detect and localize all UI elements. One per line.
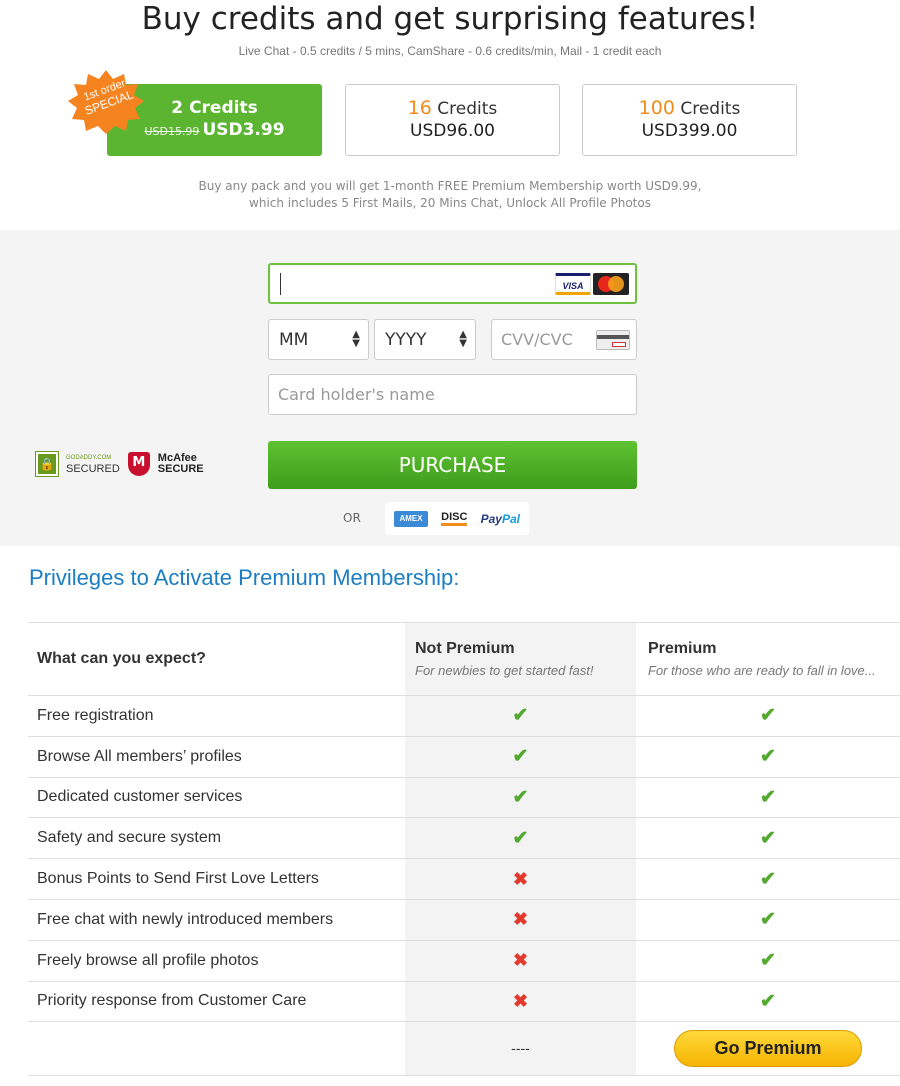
feature-label: Dedicated customer services — [28, 776, 405, 818]
check-icon: ✔ — [760, 827, 776, 849]
page-title: Buy credits and get surprising features! — [141, 1, 759, 37]
pack-unit: Credits — [189, 98, 258, 118]
membership-note: Buy any pack and you will get 1-month FR… — [198, 179, 702, 210]
privileges-table: What can you expect? Not Premium For new… — [28, 622, 900, 1077]
not-premium-placeholder: ---- — [511, 1039, 530, 1056]
feature-label: Free registration — [28, 695, 405, 737]
godaddy-secured-badge: GODADDY.COM SECURED — [66, 455, 120, 475]
pack-price: USD3.99 — [202, 120, 285, 140]
cross-icon: ✖ — [512, 868, 529, 889]
check-icon: ✔ — [512, 786, 529, 808]
table-row: Dedicated customer services ✔ ✔ — [28, 776, 900, 818]
check-icon: ✔ — [760, 705, 776, 727]
premium-column-header: Premium For those who are ready to fall … — [636, 622, 900, 696]
feature-label: Freely browse all profile photos — [28, 939, 405, 982]
privileges-title: Privileges to Activate Premium Membershi… — [29, 565, 460, 590]
check-icon: ✔ — [760, 909, 776, 931]
or-label: OR — [343, 511, 361, 525]
mcafee-shield-icon: M — [127, 452, 150, 476]
purchase-button[interactable]: PURCHASE — [268, 441, 637, 489]
check-icon: ✔ — [760, 746, 776, 768]
feature-label: Bonus Points to Send First Love Letters — [28, 858, 405, 900]
pack-price: USD96.00 — [410, 121, 495, 141]
check-icon: ✔ — [512, 705, 529, 727]
pack-old-price: USD15.99 — [144, 125, 200, 138]
table-row: Bonus Points to Send First Love Letters … — [28, 858, 900, 900]
table-row: Free registration ✔ ✔ — [28, 695, 900, 737]
amex-icon: AMEX — [394, 510, 428, 527]
table-row: Priority response from Customer Care ✖ ✔ — [28, 980, 900, 1022]
pack-price: USD399.00 — [641, 121, 738, 141]
check-icon: ✔ — [760, 950, 776, 972]
cross-icon: ✖ — [512, 990, 529, 1011]
visa-icon: VISA — [555, 273, 591, 295]
expiry-year-select[interactable]: YYYY ▲ ▼ — [374, 319, 476, 360]
cvv-input[interactable]: CVV/CVC — [491, 319, 637, 360]
select-arrows-icon: ▲ ▼ — [352, 329, 360, 349]
text-cursor — [280, 272, 281, 295]
card-number-input[interactable]: VISA — [268, 263, 637, 304]
check-icon: ✔ — [760, 786, 776, 808]
pack-count: 100 — [638, 97, 675, 119]
table-footer-row: ---- Go Premium — [28, 1021, 900, 1077]
go-premium-button[interactable]: Go Premium — [674, 1030, 862, 1068]
select-arrows-icon: ▲ ▼ — [459, 329, 467, 349]
feature-label: Free chat with newly introduced members — [28, 898, 405, 941]
feature-label: Browse All members’ profiles — [28, 735, 405, 778]
pack-unit: Credits — [680, 99, 741, 119]
check-icon: ✔ — [512, 827, 529, 849]
table-row: Safety and secure system ✔ ✔ — [28, 817, 900, 859]
table-row: Browse All members’ profiles ✔ ✔ — [28, 735, 900, 778]
lock-icon: 🔒 — [35, 451, 59, 477]
table-row: Freely browse all profile photos ✖ ✔ — [28, 939, 900, 982]
pack-16-credits[interactable]: 16 Credits USD96.00 — [345, 84, 560, 156]
table-row: Free chat with newly introduced members … — [28, 898, 900, 941]
trust-badges: 🔒 GODADDY.COM SECURED M McAfee SECURE — [35, 450, 204, 478]
check-icon: ✔ — [512, 746, 529, 768]
pack-count: 16 — [407, 97, 432, 119]
paypal-icon: PayPal — [480, 511, 520, 526]
feature-label: Priority response from Customer Care — [28, 980, 405, 1022]
cvv-card-icon — [596, 330, 630, 350]
pack-100-credits[interactable]: 100 Credits USD399.00 — [582, 84, 797, 156]
pack-count: 2 — [171, 98, 184, 118]
table-header-row: What can you expect? Not Premium For new… — [28, 622, 900, 696]
card-holder-input[interactable]: Card holder's name — [268, 374, 637, 415]
mcafee-secure-badge: McAfee SECURE — [157, 452, 204, 475]
pricing-subtitle: Live Chat - 0.5 credits / 5 mins, CamSha… — [238, 44, 662, 58]
not-premium-column-header: Not Premium For newbies to get started f… — [405, 622, 636, 696]
check-icon: ✔ — [760, 868, 776, 890]
discover-icon: DISC — [441, 511, 468, 526]
alternative-payment-button[interactable]: AMEX DISC PayPal — [385, 502, 529, 535]
pack-unit: Credits — [437, 99, 498, 119]
mastercard-icon — [593, 273, 629, 295]
feature-label: Safety and secure system — [28, 817, 405, 859]
expiry-month-select[interactable]: MM ▲ ▼ — [268, 319, 369, 360]
feature-column-header: What can you expect? — [28, 622, 405, 696]
cross-icon: ✖ — [512, 909, 529, 930]
cross-icon: ✖ — [512, 950, 529, 971]
check-icon: ✔ — [760, 990, 776, 1012]
